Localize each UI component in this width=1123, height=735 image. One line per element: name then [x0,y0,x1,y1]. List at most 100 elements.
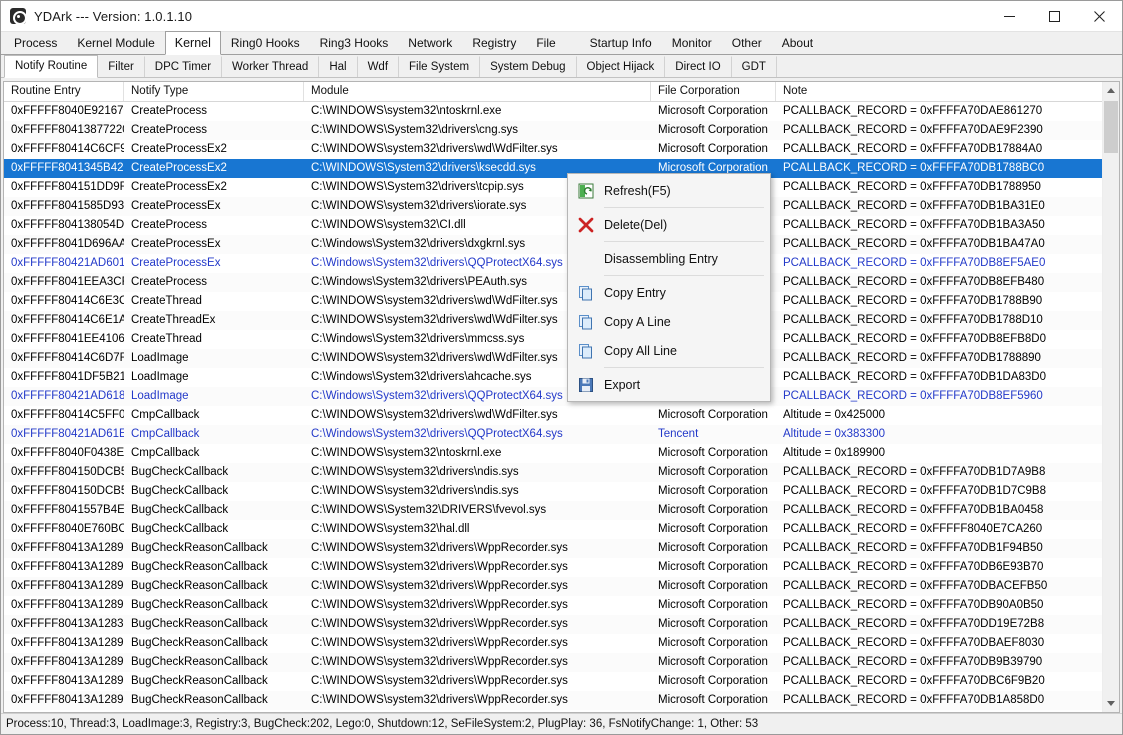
close-button[interactable] [1077,1,1122,32]
table-row[interactable]: 0xFFFFF804150DCB50 BugCheckCallback C:\WIN… [4,482,1119,501]
scroll-thumb[interactable] [1104,101,1118,153]
menu-item-copy-all-line[interactable]: Copy All Line [568,336,770,365]
cell-corp: Microsoft Corporation [658,694,768,706]
menu-separator [604,241,764,242]
subtab-direct-io[interactable]: Direct IO [665,56,732,77]
table-row[interactable]: 0xFFFFF80413877220 CreateProcess C:\WINDOW… [4,121,1119,140]
table-row[interactable]: 0xFFFFF80414C6E3C0 CreateThread C:\WINDOWS… [4,292,1119,311]
menu-item-label: Copy A Line [604,314,671,329]
menu-item-export[interactable]: Export [568,370,770,399]
table-row[interactable]: 0xFFFFF8041D696AA0 CreateProcessEx C:\Wind… [4,235,1119,254]
tab-other[interactable]: Other [722,32,772,54]
table-row[interactable]: 0xFFFFF80413A12890BugCheckReasonCallback… [4,577,1119,596]
tab-registry[interactable]: Registry [462,32,526,54]
tab-ring3-hooks[interactable]: Ring3 Hooks [310,32,399,54]
menu-item-refresh-f5[interactable]: Refresh(F5) [568,176,770,205]
subtab-object-hijack[interactable]: Object Hijack [577,56,666,77]
table-row[interactable]: 0xFFFFF80421AD618C LoadImage C:\Windows\Sy… [4,387,1119,406]
list-header: Routine Entry Notify Type Module File Co… [4,82,1119,102]
table-row[interactable]: 0xFFFFF80414C5FF00 CmpCallback C:\WINDOWS\… [4,406,1119,425]
table-row[interactable]: 0xFFFFF804151DD9F0 CreateProcessEx2 C:\WIN… [4,178,1119,197]
table-row[interactable]: 0xFFFFF8040F0438E0 CmpCallback C:\WINDOWS\… [4,444,1119,463]
subtab-wdf[interactable]: Wdf [358,56,400,77]
cell-note: PCALLBACK_RECORD = 0xFFFFA70DD19E72B8 [783,618,1045,630]
subtab-hal[interactable]: Hal [319,56,358,77]
table-row[interactable]: 0xFFFFF804138054D0 CreateProcess C:\WINDOW… [4,216,1119,235]
vertical-scrollbar[interactable] [1102,82,1119,712]
column-header-notify-type[interactable]: Notify Type [124,82,304,101]
table-row[interactable]: 0xFFFFF8041557B4E0 BugCheckCallback C:\WIN… [4,501,1119,520]
cell-corp: Microsoft Corporation [658,105,768,117]
table-row[interactable]: 0xFFFFF80413A12890BugCheckReasonCallback… [4,596,1119,615]
menu-item-label: Delete(Del) [604,217,668,232]
tab-about[interactable]: About [772,32,823,54]
cell-type: CreateProcess [131,276,208,288]
tab-startup-info[interactable]: Startup Info [580,32,662,54]
table-row[interactable]: 0xFFFFF8041EE41060 CreateThread C:\Windows… [4,330,1119,349]
column-header-note[interactable]: Note [776,82,1106,101]
copy-icon [572,340,600,362]
table-row[interactable]: 0xFFFFF80413A12890BugCheckReasonCallback… [4,691,1119,710]
tab-file[interactable]: File [526,32,565,54]
tab-kernel-module[interactable]: Kernel Module [67,32,164,54]
table-row[interactable]: 0xFFFFF8041585D930 CreateProcessEx C:\WIND… [4,197,1119,216]
table-row[interactable]: 0xFFFFF80413A12890BugCheckReasonCallback… [4,672,1119,691]
subtab-system-debug[interactable]: System Debug [480,56,577,77]
table-row[interactable]: 0xFFFFF80413A12890BugCheckReasonCallback… [4,653,1119,672]
menu-separator [604,275,764,276]
table-row[interactable]: 0xFFFFF8041345B420 CreateProcessEx2 C:\WIN… [4,159,1119,178]
table-row[interactable]: 0xFFFFF8040E921670 CreateProcess C:\WINDOW… [4,102,1119,121]
table-row[interactable]: 0xFFFFF80413A12890BugCheckReasonCallback… [4,539,1119,558]
column-header-file-corporation[interactable]: File Corporation [651,82,776,101]
menu-item-disassembling-entry[interactable]: Disassembling Entry [568,244,770,273]
table-row[interactable]: 0xFFFFF80414C6CF90 CreateProcessEx2 C:\WIN… [4,140,1119,159]
table-row[interactable]: 0xFFFFF80413A12830 BugCheckReasonCallback… [4,615,1119,634]
table-row[interactable]: 0xFFFFF8041EEA3CF0 CreateProcess C:\Window… [4,273,1119,292]
menu-item-copy-entry[interactable]: Copy Entry [568,278,770,307]
cell-type: CreateProcessEx [131,238,221,250]
scroll-track[interactable] [1103,99,1119,695]
menu-item-delete-del[interactable]: Delete(Del) [568,210,770,239]
subtab-notify-routine[interactable]: Notify Routine [4,55,99,78]
table-row[interactable]: 0xFFFFF80413A12890BugCheckReasonCallback… [4,634,1119,653]
subtab-file-system[interactable]: File System [399,56,481,77]
table-row[interactable]: 0xFFFFF80413A12890BugCheckReasonCallback… [4,710,1119,712]
cell-entry: 0xFFFFF8041557B4E0 [11,504,124,516]
cell-type: CreateProcessEx2 [131,162,227,174]
cell-module: C:\WINDOWS\system32\drivers\WppRecorder.… [311,637,568,649]
scroll-up-button[interactable] [1103,82,1119,99]
table-row[interactable]: 0xFFFFF804150DCB50 BugCheckCallback C:\WIN… [4,463,1119,482]
cell-type: BugCheckReasonCallback [131,694,268,706]
menu-item-copy-a-line[interactable]: Copy A Line [568,307,770,336]
table-row[interactable]: 0xFFFFF80421AD61EC CmpCallback C:\Windows\… [4,425,1119,444]
subtab-gdt[interactable]: GDT [732,56,777,77]
subtab-filter[interactable]: Filter [98,56,145,77]
tab-monitor[interactable]: Monitor [662,32,722,54]
copy-icon [572,282,600,304]
cell-note: PCALLBACK_RECORD = 0xFFFFA70DB1D7A9B8 [783,466,1046,478]
cell-entry: 0xFFFFF804151DD9F0 [11,181,124,193]
cell-type: BugCheckReasonCallback [131,656,268,668]
cell-module: C:\WINDOWS\system32\drivers\WppRecorder.… [311,561,568,573]
scroll-down-button[interactable] [1103,695,1119,712]
tab-ring0-hooks[interactable]: Ring0 Hooks [221,32,310,54]
table-row[interactable]: 0xFFFFF80421AD601C CreateProcessEx C:\Wind… [4,254,1119,273]
tab-process[interactable]: Process [4,32,67,54]
cell-note: PCALLBACK_RECORD = 0xFFFFA70DB1788B90 [783,295,1043,307]
minimize-button[interactable] [987,1,1032,32]
table-row[interactable]: 0xFFFFF80413A12890BugCheckReasonCallback… [4,558,1119,577]
column-header-module[interactable]: Module [304,82,651,101]
tab-kernel[interactable]: Kernel [164,31,221,55]
maximize-button[interactable] [1032,1,1077,32]
table-row[interactable]: 0xFFFFF8041DF5B210 LoadImage C:\Windows\Sy… [4,368,1119,387]
notify-routine-list: Routine Entry Notify Type Module File Co… [3,81,1120,713]
table-row[interactable]: 0xFFFFF80414C6D7F0 LoadImage C:\WINDOWS\sy… [4,349,1119,368]
cell-type: LoadImage [131,390,189,402]
table-row[interactable]: 0xFFFFF8040E760BC0 BugCheckCallback C:\WIN… [4,520,1119,539]
cell-corp: Microsoft Corporation [651,710,776,712]
subtab-worker-thread[interactable]: Worker Thread [222,56,320,77]
table-row[interactable]: 0xFFFFF80414C6E1A0 CreateThreadEx C:\WINDO… [4,311,1119,330]
subtab-dpc-timer[interactable]: DPC Timer [145,56,223,77]
tab-network[interactable]: Network [398,32,462,54]
column-header-routine-entry[interactable]: Routine Entry [4,82,124,101]
